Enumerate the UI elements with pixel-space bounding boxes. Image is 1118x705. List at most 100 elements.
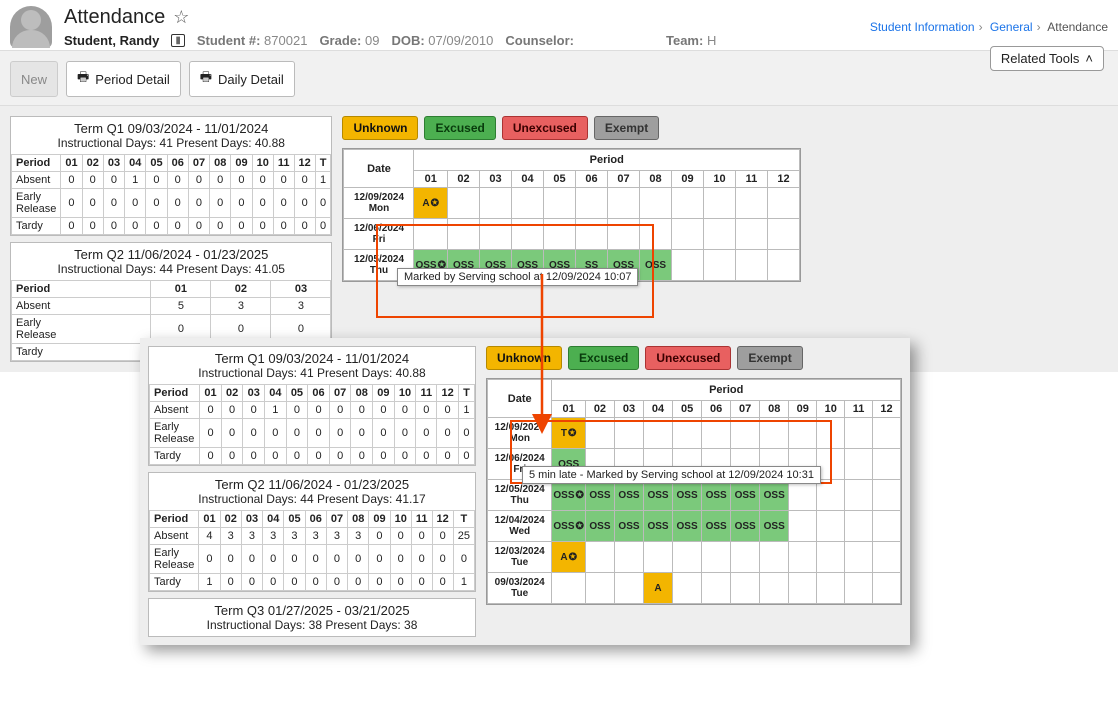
attendance-cell[interactable] [673, 542, 702, 573]
breadcrumb-link[interactable]: General [990, 20, 1033, 34]
attendance-cell[interactable]: OSS [760, 511, 789, 542]
attendance-cell[interactable]: OSS [644, 480, 673, 511]
attendance-cell[interactable] [512, 219, 544, 250]
attendance-cell[interactable] [789, 542, 817, 573]
attendance-cell[interactable] [817, 418, 845, 449]
attendance-cell[interactable] [672, 219, 704, 250]
attendance-cell[interactable] [731, 418, 760, 449]
attendance-cell[interactable] [760, 573, 789, 604]
attendance-cell[interactable] [731, 542, 760, 573]
attendance-cell[interactable]: OSS [673, 511, 702, 542]
attendance-cell[interactable] [760, 418, 789, 449]
attendance-cell[interactable] [817, 511, 845, 542]
attendance-cell[interactable]: OSS [585, 511, 614, 542]
attendance-cell[interactable] [585, 418, 614, 449]
attendance-cell[interactable] [845, 418, 873, 449]
attendance-cell[interactable] [845, 542, 873, 573]
breadcrumb-link[interactable]: Student Information [870, 20, 975, 34]
attendance-cell[interactable] [845, 573, 873, 604]
attendance-cell[interactable] [552, 573, 586, 604]
attendance-cell[interactable] [576, 188, 608, 219]
attendance-cell[interactable]: OSS [585, 480, 614, 511]
attendance-cell[interactable] [644, 418, 673, 449]
attendance-cell[interactable] [736, 188, 768, 219]
attendance-cell[interactable]: OSS [640, 250, 672, 281]
attendance-cell[interactable] [704, 250, 736, 281]
attendance-cell[interactable] [640, 219, 672, 250]
attendance-cell[interactable] [608, 188, 640, 219]
attendance-cell[interactable]: OSS [614, 511, 643, 542]
daily-detail-button[interactable]: 🖶Daily Detail [189, 61, 295, 97]
attendance-cell[interactable]: OSS [731, 511, 760, 542]
attendance-cell[interactable]: OSS [702, 511, 731, 542]
attendance-cell[interactable] [789, 573, 817, 604]
attendance-cell[interactable] [585, 573, 614, 604]
attendance-cell[interactable] [672, 188, 704, 219]
period-detail-button[interactable]: 🖶Period Detail [66, 61, 181, 97]
attendance-cell[interactable] [614, 418, 643, 449]
attendance-cell[interactable] [817, 573, 845, 604]
attendance-cell[interactable] [872, 480, 900, 511]
attendance-cell[interactable] [731, 573, 760, 604]
attendance-cell[interactable]: A [552, 542, 586, 573]
attendance-cell[interactable] [872, 511, 900, 542]
attendance-cell[interactable] [608, 219, 640, 250]
attendance-cell[interactable] [768, 250, 800, 281]
attendance-cell[interactable] [414, 219, 448, 250]
attendance-cell[interactable]: OSS [644, 511, 673, 542]
attendance-cell[interactable]: OSS [552, 511, 586, 542]
attendance-cell[interactable] [789, 418, 817, 449]
attendance-cell[interactable] [576, 219, 608, 250]
new-button: New [10, 61, 58, 97]
attendance-cell[interactable] [544, 188, 576, 219]
related-tools-button[interactable]: Related Tools ˄ [990, 46, 1104, 71]
attendance-cell[interactable] [872, 573, 900, 604]
attendance-cell[interactable] [704, 188, 736, 219]
legend-unknown: Unknown [486, 346, 562, 370]
attendance-cell[interactable]: OSS [614, 480, 643, 511]
attendance-cell[interactable] [544, 219, 576, 250]
attendance-cell[interactable] [448, 219, 480, 250]
attendance-cell[interactable] [480, 188, 512, 219]
attendance-cell[interactable] [768, 219, 800, 250]
attendance-cell[interactable] [768, 188, 800, 219]
attendance-cell[interactable] [817, 480, 845, 511]
attendance-cell[interactable] [845, 480, 873, 511]
attendance-cell[interactable]: OSS [760, 480, 789, 511]
attendance-cell[interactable] [702, 573, 731, 604]
attendance-cell[interactable] [872, 418, 900, 449]
attendance-cell[interactable] [702, 542, 731, 573]
attendance-cell[interactable] [845, 511, 873, 542]
attendance-cell[interactable] [644, 542, 673, 573]
attendance-cell[interactable] [760, 542, 789, 573]
attendance-cell[interactable] [480, 219, 512, 250]
attendance-cell[interactable] [673, 573, 702, 604]
attendance-cell[interactable] [872, 542, 900, 573]
attendance-cell[interactable]: OSS [731, 480, 760, 511]
attendance-cell[interactable] [672, 250, 704, 281]
attendance-cell[interactable] [817, 542, 845, 573]
attendance-cell[interactable] [585, 542, 614, 573]
attendance-cell[interactable] [736, 250, 768, 281]
attendance-cell[interactable] [845, 449, 873, 480]
attendance-cell[interactable] [872, 449, 900, 480]
attendance-cell[interactable] [789, 511, 817, 542]
attendance-cell[interactable]: OSS [552, 480, 586, 511]
attendance-cell[interactable]: OSS [673, 480, 702, 511]
attendance-cell[interactable]: A [644, 573, 673, 604]
attendance-cell[interactable]: T [552, 418, 586, 449]
attendance-cell[interactable] [789, 480, 817, 511]
attendance-cell[interactable] [704, 219, 736, 250]
attendance-cell[interactable] [614, 573, 643, 604]
attendance-cell[interactable] [673, 418, 702, 449]
legend-unexcused: Unexcused [645, 346, 731, 370]
attendance-cell[interactable] [640, 188, 672, 219]
attendance-cell[interactable] [702, 418, 731, 449]
attendance-cell[interactable]: OSS [702, 480, 731, 511]
star-icon[interactable]: ☆ [173, 7, 189, 28]
attendance-cell[interactable] [448, 188, 480, 219]
attendance-cell[interactable]: A [414, 188, 448, 219]
attendance-cell[interactable] [736, 219, 768, 250]
attendance-cell[interactable] [614, 542, 643, 573]
attendance-cell[interactable] [512, 188, 544, 219]
